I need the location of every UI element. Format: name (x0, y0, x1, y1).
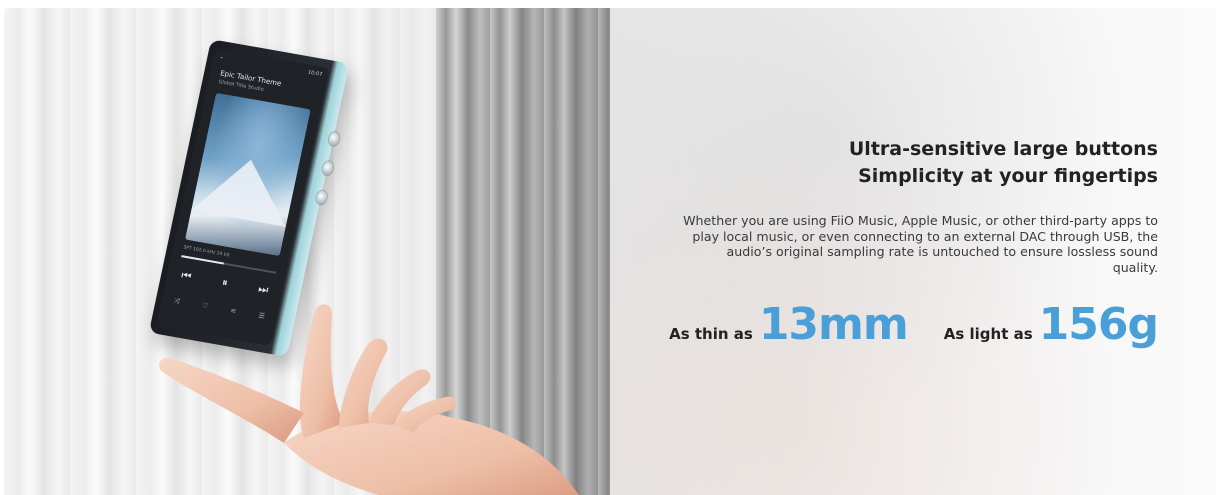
weight-label: As light as (943, 325, 1033, 343)
mountain-art (191, 151, 299, 227)
spec-stats: As thin as 13mm As light as 156g (669, 299, 1159, 350)
headline-line-2: Simplicity at your fingertips (858, 165, 1158, 187)
thickness-stat: As thin as 13mm (669, 299, 909, 350)
chevron-down-icon: ⌄ (219, 53, 225, 61)
weight-stat: As light as 156g (943, 299, 1159, 350)
product-photo: ⌄ 10:07 Epic Tailor Theme Global Title S… (4, 8, 610, 495)
previous-icon: ⏮ (180, 268, 193, 283)
pause-icon: ⏸ (220, 275, 229, 290)
album-art (184, 92, 311, 257)
feature-text-panel: Ultra-sensitive large buttons Simplicity… (610, 8, 1216, 495)
thickness-value: 13mm (758, 299, 909, 350)
thickness-label: As thin as (669, 325, 753, 343)
status-time: 10:07 (307, 69, 323, 78)
feature-description: Whether you are using FiiO Music, Apple … (683, 213, 1158, 275)
weight-value: 156g (1038, 299, 1159, 350)
hand-image (159, 304, 579, 495)
feature-banner: ⌄ 10:07 Epic Tailor Theme Global Title S… (4, 8, 1216, 495)
feature-headline: Ultra-sensitive large buttons Simplicity… (658, 136, 1158, 190)
headline-line-1: Ultra-sensitive large buttons (848, 138, 1158, 160)
